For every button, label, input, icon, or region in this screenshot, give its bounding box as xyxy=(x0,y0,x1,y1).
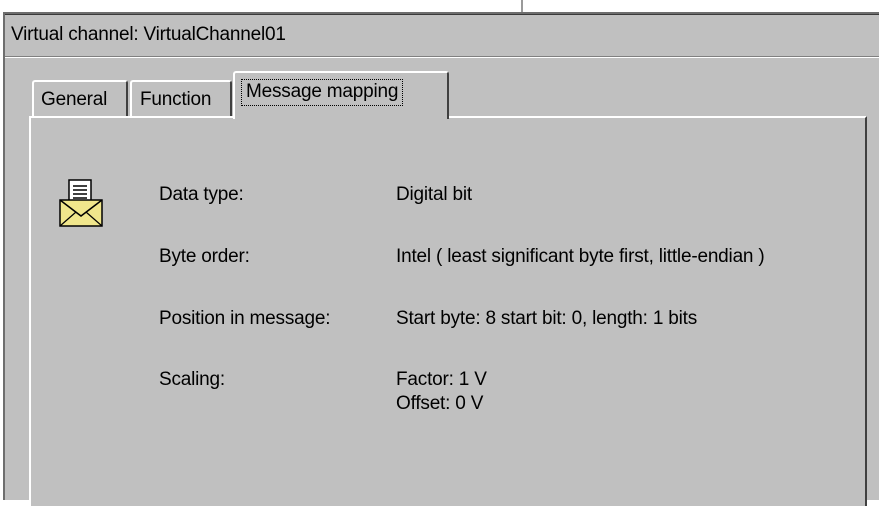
tab-message-mapping-label: Message mapping xyxy=(241,79,404,106)
tab-function-label: Function xyxy=(140,89,212,110)
tab-general-label: General xyxy=(41,89,108,110)
properties-window: Virtual channel: VirtualChannel01 Genera… xyxy=(3,12,879,506)
position-value: Start byte: 8 start bit: 0, length: 1 bi… xyxy=(396,308,698,329)
data-type-value: Digital bit xyxy=(396,184,472,205)
tab-general[interactable]: General xyxy=(32,80,128,116)
data-type-label: Data type: xyxy=(159,184,244,205)
window-header: Virtual channel: VirtualChannel01 xyxy=(5,14,879,58)
tab-message-mapping[interactable]: Message mapping xyxy=(233,71,449,119)
position-label: Position in message: xyxy=(159,308,331,329)
byte-order-label: Byte order: xyxy=(159,246,250,267)
window-title: Virtual channel: VirtualChannel01 xyxy=(11,24,286,45)
scaling-label: Scaling: xyxy=(159,369,225,390)
top-strip xyxy=(0,0,879,12)
tab-panel-message-mapping: Data type: Digital bit Byte order: Intel… xyxy=(29,116,867,506)
scaling-offset-value: Offset: 0 V xyxy=(396,393,484,414)
tab-function[interactable]: Function xyxy=(130,80,232,116)
splitter-tick xyxy=(521,0,523,12)
byte-order-value: Intel ( least significant byte first, li… xyxy=(396,246,765,267)
scaling-factor-value: Factor: 1 V xyxy=(396,369,487,390)
envelope-document-icon xyxy=(59,179,103,227)
